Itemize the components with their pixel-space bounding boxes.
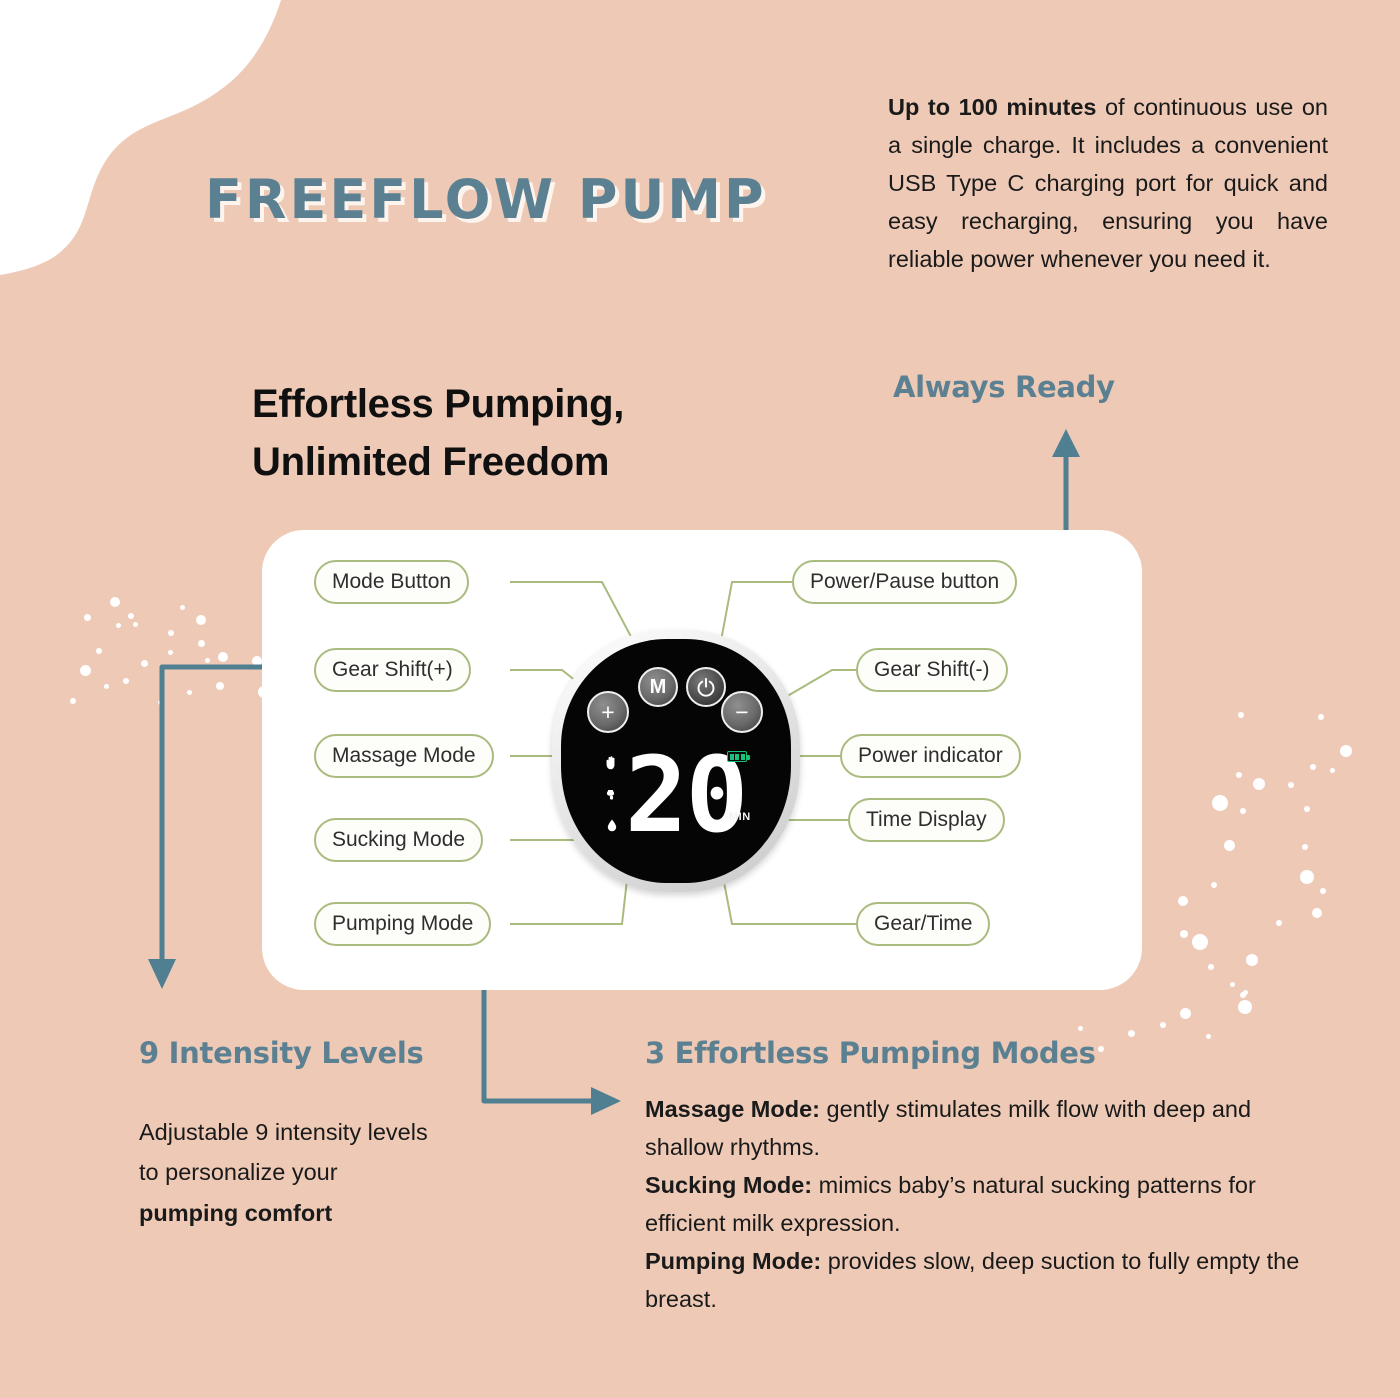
plus-icon: + xyxy=(601,698,615,725)
battery-paragraph: Up to 100 minutes of continuous use on a… xyxy=(888,88,1328,278)
callout-pumping-mode[interactable]: Pumping Mode xyxy=(314,902,492,946)
mode-item: Massage Mode: gently stimulates milk flo… xyxy=(645,1090,1315,1166)
callout-power-pause-button[interactable]: Power/Pause button xyxy=(792,560,1018,604)
callout-massage-mode[interactable]: Massage Mode xyxy=(314,734,494,778)
gear-shift-plus-button[interactable]: + xyxy=(587,691,629,733)
decorative-wave-blob xyxy=(0,0,282,275)
callout-label: Time Display xyxy=(866,808,987,831)
always-ready-heading: Always Ready xyxy=(893,370,1115,404)
callout-label: Sucking Mode xyxy=(332,828,466,851)
device-screen: + M − 20 MIN xyxy=(561,639,791,883)
callout-label: Power/Pause button xyxy=(810,570,1000,593)
callout-label: Gear/Time xyxy=(874,912,973,935)
callout-power-indicator[interactable]: Power indicator xyxy=(840,734,1021,778)
battery-paragraph-rest: of continuous use on a single charge. It… xyxy=(888,94,1328,273)
callout-label: Gear Shift(+) xyxy=(332,658,453,681)
brand-title: FREEFLOW PUMP xyxy=(205,168,767,231)
headline-line-2: Unlimited Freedom xyxy=(252,440,610,484)
callout-mode-button[interactable]: Mode Button xyxy=(314,560,470,604)
modes-heading: 3 Effortless Pumping Modes xyxy=(645,1036,1096,1070)
page-headline: Effortless Pumping, Unlimited Freedom xyxy=(252,375,624,491)
battery-text-block: Up to 100 minutes of continuous use on a… xyxy=(888,88,1328,278)
callout-label: Mode Button xyxy=(332,570,452,593)
battery-bar xyxy=(729,753,734,760)
hand-icon xyxy=(606,756,615,770)
droplet-icon xyxy=(607,819,617,832)
callout-label: Gear Shift(-) xyxy=(874,658,990,681)
mode-name: Massage Mode: xyxy=(645,1096,820,1122)
mode-name: Sucking Mode: xyxy=(645,1172,813,1199)
power-pause-button[interactable] xyxy=(686,667,726,707)
callout-gear-shift-minus[interactable]: Gear Shift(-) xyxy=(856,648,1008,692)
intensity-body: Adjustable 9 intensity levels to persona… xyxy=(139,1112,439,1233)
intensity-body-bold: pumping comfort xyxy=(139,1199,333,1226)
infographic-canvas: FREEFLOW PUMP Up to 100 minutes of conti… xyxy=(0,0,1400,1398)
mode-m-icon: M xyxy=(649,675,667,698)
gear-shift-minus-button[interactable]: − xyxy=(721,691,763,733)
power-icon xyxy=(697,677,715,697)
mode-item: Pumping Mode: provides slow, deep suctio… xyxy=(645,1242,1315,1318)
mode-button[interactable]: M xyxy=(638,667,678,707)
intensity-body-text: Adjustable 9 intensity levels to persona… xyxy=(139,1119,428,1186)
intensity-heading: 9 Intensity Levels xyxy=(139,1036,424,1070)
callout-gear-time[interactable]: Gear/Time xyxy=(856,902,991,946)
battery-bar xyxy=(735,753,739,760)
callout-time-display[interactable]: Time Display xyxy=(848,798,1005,842)
callout-label: Massage Mode xyxy=(332,744,476,767)
min-unit-label: MIN xyxy=(729,811,751,823)
battery-bold-lead: Up to 100 minutes xyxy=(888,94,1097,120)
callout-label: Pumping Mode xyxy=(332,912,474,935)
pump-icon xyxy=(606,790,615,800)
minus-icon: − xyxy=(735,698,749,725)
mode-name: Pumping Mode: xyxy=(645,1248,822,1275)
modes-body: Massage Mode: gently stimulates milk flo… xyxy=(645,1090,1315,1318)
breast-pump-device: + M − 20 MIN xyxy=(552,630,800,892)
callout-sucking-mode[interactable]: Sucking Mode xyxy=(314,818,484,862)
battery-indicator xyxy=(727,751,750,762)
headline-line-1: Effortless Pumping, xyxy=(252,382,625,426)
callout-gear-shift-plus[interactable]: Gear Shift(+) xyxy=(314,648,471,692)
mode-item: Sucking Mode: mimics baby’s natural suck… xyxy=(645,1166,1315,1242)
battery-bar xyxy=(740,753,745,760)
callout-label: Power indicator xyxy=(858,744,1003,767)
